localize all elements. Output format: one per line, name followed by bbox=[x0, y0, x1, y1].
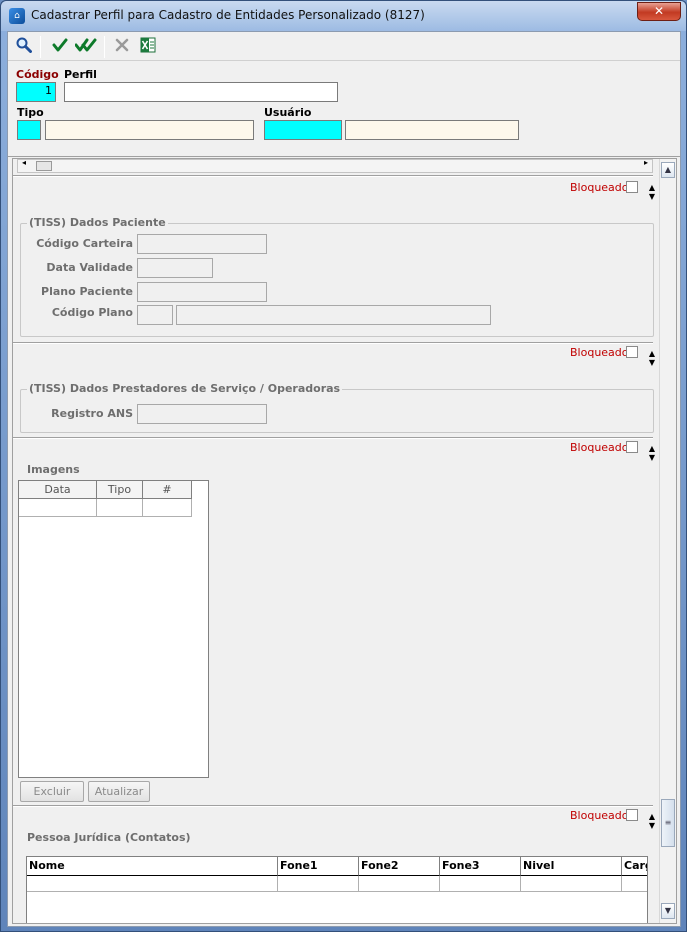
close-button[interactable]: ✕ bbox=[637, 2, 681, 21]
tiss-paciente-group: (TISS) Dados Paciente Código Carteira Da… bbox=[20, 216, 654, 337]
perfil-input[interactable] bbox=[64, 82, 338, 102]
scroll-up-icon[interactable]: ▲ bbox=[661, 162, 675, 178]
scroll-left-icon[interactable]: ◂ bbox=[22, 159, 26, 167]
codigo-plano-input[interactable] bbox=[137, 305, 173, 325]
header-form: Código 1 Perfil Tipo Usuário bbox=[8, 62, 680, 157]
table-row[interactable] bbox=[27, 876, 278, 892]
registro-ans-input[interactable] bbox=[137, 404, 267, 424]
move-updown-icon[interactable]: ▲ ▼ bbox=[647, 444, 657, 464]
x-icon[interactable] bbox=[112, 37, 132, 57]
plano-paciente-input[interactable] bbox=[137, 282, 267, 302]
perfil-label: Perfil bbox=[64, 68, 97, 81]
toolbar bbox=[8, 32, 680, 61]
bloqueado-checkbox[interactable] bbox=[626, 346, 638, 358]
codigo-label: Código bbox=[16, 68, 59, 81]
codigo-plano-description bbox=[176, 305, 491, 325]
scroll-right-icon[interactable]: ▸ bbox=[644, 159, 648, 167]
excel-icon[interactable] bbox=[138, 37, 158, 57]
check-icon[interactable] bbox=[50, 37, 70, 57]
tipo-label: Tipo bbox=[17, 106, 44, 119]
move-updown-icon[interactable]: ▲ ▼ bbox=[647, 812, 657, 832]
bloqueado-label: Bloqueado bbox=[570, 346, 629, 359]
table-row[interactable] bbox=[19, 499, 97, 517]
move-updown-icon[interactable]: ▲ ▼ bbox=[647, 349, 657, 369]
registro-ans-label: Registro ANS bbox=[51, 407, 133, 420]
table-row[interactable] bbox=[622, 876, 647, 892]
bloqueado-checkbox[interactable] bbox=[626, 441, 638, 453]
pessoa-juridica-title: Pessoa Jurídica (Contatos) bbox=[27, 831, 191, 844]
scroll-panel[interactable]: ◂ ▸ Bloqueado ▲ ▼ (TISS) Dados Paciente C… bbox=[12, 158, 677, 924]
table-row[interactable] bbox=[359, 876, 440, 892]
data-validade-label: Data Validade bbox=[46, 261, 133, 274]
table-row[interactable] bbox=[521, 876, 622, 892]
imagens-col-data[interactable]: Data bbox=[19, 481, 97, 499]
bloqueado-label: Bloqueado bbox=[570, 809, 629, 822]
atualizar-button[interactable]: Atualizar bbox=[88, 781, 150, 802]
tiss-prestadores-title: (TISS) Dados Prestadores de Serviço / Op… bbox=[27, 382, 343, 395]
contatos-grid[interactable]: Nome Fone1 Fone2 Fone3 Nivel Cargo bbox=[26, 856, 648, 923]
client-area: Código 1 Perfil Tipo Usuário ◂ ▸ Bloquea… bbox=[7, 31, 681, 927]
plano-paciente-label: Plano Paciente bbox=[41, 285, 133, 298]
bloqueado-label: Bloqueado bbox=[570, 441, 629, 454]
move-updown-icon[interactable]: ▲ ▼ bbox=[647, 183, 657, 203]
magnifier-icon[interactable] bbox=[14, 37, 34, 57]
table-row[interactable] bbox=[97, 499, 143, 517]
codigo-carteira-label: Código Carteira bbox=[36, 237, 133, 250]
vertical-scroll-thumb[interactable]: ≡ bbox=[661, 799, 675, 847]
contatos-col-nivel[interactable]: Nivel bbox=[521, 857, 622, 876]
horizontal-scrollbar[interactable]: ◂ ▸ bbox=[17, 159, 653, 173]
contatos-col-fone2[interactable]: Fone2 bbox=[359, 857, 440, 876]
window-title: Cadastrar Perfil para Cadastro de Entida… bbox=[31, 8, 425, 22]
contatos-col-fone1[interactable]: Fone1 bbox=[278, 857, 359, 876]
contatos-col-nome[interactable]: Nome bbox=[27, 857, 278, 876]
bloqueado-label: Bloqueado bbox=[570, 181, 629, 194]
tipo-code-input[interactable] bbox=[17, 120, 41, 140]
double-check-icon[interactable] bbox=[74, 37, 98, 57]
tiss-prestadores-group: (TISS) Dados Prestadores de Serviço / Op… bbox=[20, 382, 654, 433]
horizontal-scroll-thumb[interactable] bbox=[36, 161, 52, 171]
codigo-carteira-input[interactable] bbox=[137, 234, 267, 254]
app-icon: ⌂ bbox=[9, 8, 25, 24]
excluir-button[interactable]: Excluir bbox=[20, 781, 84, 802]
usuario-code-input[interactable] bbox=[264, 120, 342, 140]
data-validade-input[interactable] bbox=[137, 258, 213, 278]
title-bar[interactable]: ⌂ Cadastrar Perfil para Cadastro de Enti… bbox=[1, 1, 686, 31]
table-row[interactable] bbox=[143, 499, 192, 517]
contatos-col-cargo[interactable]: Cargo bbox=[622, 857, 647, 876]
codigo-input[interactable]: 1 bbox=[16, 82, 56, 102]
imagens-col-num[interactable]: # bbox=[143, 481, 192, 499]
scroll-down-icon[interactable]: ▼ bbox=[661, 903, 675, 919]
table-row[interactable] bbox=[278, 876, 359, 892]
imagens-grid[interactable]: Data Tipo # bbox=[18, 480, 209, 778]
tiss-paciente-title: (TISS) Dados Paciente bbox=[27, 216, 168, 229]
application-window: ⌂ Cadastrar Perfil para Cadastro de Enti… bbox=[0, 0, 687, 932]
usuario-label: Usuário bbox=[264, 106, 312, 119]
tipo-description-field bbox=[45, 120, 254, 140]
bloqueado-checkbox[interactable] bbox=[626, 181, 638, 193]
imagens-col-tipo[interactable]: Tipo bbox=[97, 481, 143, 499]
imagens-title: Imagens bbox=[27, 463, 80, 476]
codigo-plano-label: Código Plano bbox=[51, 306, 133, 319]
table-row[interactable] bbox=[440, 876, 521, 892]
contatos-col-fone3[interactable]: Fone3 bbox=[440, 857, 521, 876]
usuario-description-field bbox=[345, 120, 519, 140]
bloqueado-checkbox[interactable] bbox=[626, 809, 638, 821]
vertical-scrollbar[interactable]: ▲ ≡ ▼ bbox=[659, 159, 676, 923]
